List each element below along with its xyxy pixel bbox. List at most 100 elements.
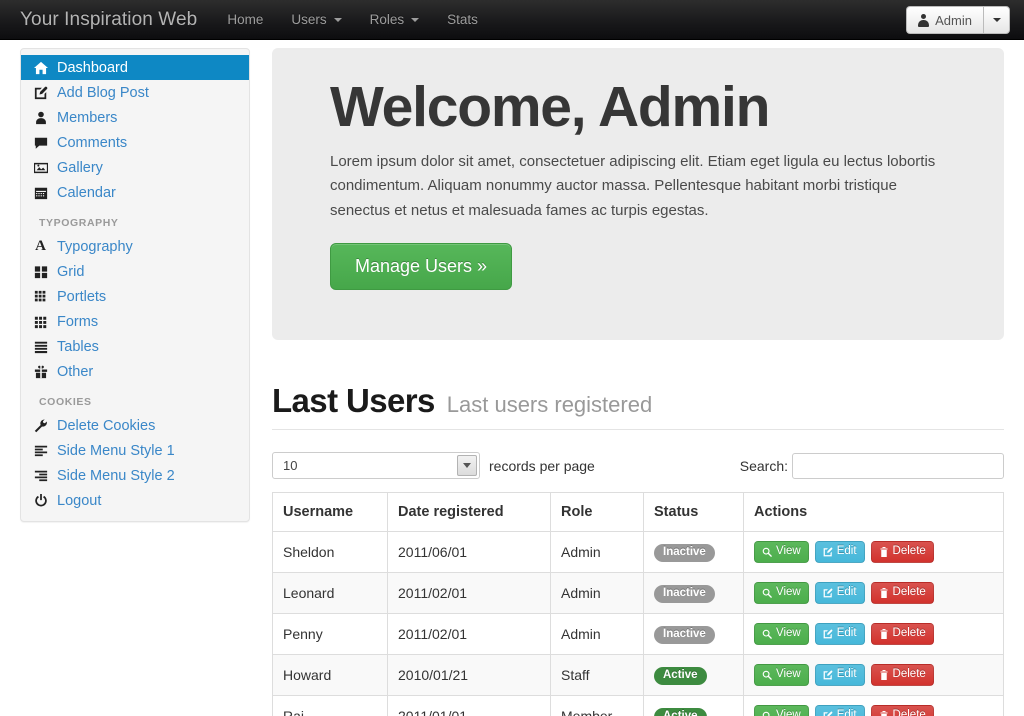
side-menu: Dashboard Add Blog Post Members Comments Gal… [20, 48, 250, 522]
picture-icon [33, 160, 48, 175]
edit-button[interactable]: Edit [814, 623, 865, 645]
cell-role: Admin [550, 572, 644, 614]
sidebar-item-members[interactable]: Members [21, 105, 249, 130]
delete-button-label: Delete [892, 627, 926, 640]
sidebar-item-label: Tables [57, 338, 99, 355]
cell-actions: View Edit Delete [743, 572, 1004, 614]
cell-date-registered: 2010/01/21 [387, 654, 551, 696]
chevron-down-icon [333, 17, 342, 22]
nav-link-stats[interactable]: Stats [433, 0, 492, 40]
edit-button[interactable]: Edit [814, 541, 865, 563]
sidebar-item-label: Side Menu Style 2 [57, 467, 175, 484]
cell-date-registered: 2011/01/01 [387, 695, 551, 716]
view-button-label: View [776, 627, 801, 640]
view-button[interactable]: View [754, 705, 809, 716]
sidebar-item-dashboard[interactable]: Dashboard [21, 55, 249, 80]
sidebar-item-side-menu-style-1[interactable]: Side Menu Style 1 [21, 438, 249, 463]
cell-role: Admin [550, 531, 644, 573]
nav-link-users[interactable]: Users [277, 0, 355, 40]
edit-button[interactable]: Edit [814, 664, 865, 686]
primary-nav: Home Users Roles Stats [213, 0, 492, 40]
sidebar-item-comments[interactable]: Comments [21, 130, 249, 155]
chevron-down-icon[interactable] [457, 455, 477, 476]
nav-link-roles[interactable]: Roles [356, 0, 434, 40]
pencil-icon [823, 629, 833, 639]
row-action-group: View Edit Delete [754, 623, 993, 645]
page-size-value: 10 [283, 458, 298, 473]
side-menu-main-group: Dashboard Add Blog Post Members Comments Gal… [21, 55, 249, 205]
sidebar-item-tables[interactable]: Tables [21, 334, 249, 359]
sidebar-item-label: Comments [57, 134, 128, 151]
view-button[interactable]: View [754, 541, 809, 563]
nav-link-home[interactable]: Home [213, 0, 277, 40]
sidebar-item-label: Dashboard [57, 59, 128, 76]
delete-button[interactable]: Delete [870, 664, 934, 686]
search-icon [762, 711, 772, 716]
page-body: Dashboard Add Blog Post Members Comments Gal… [0, 40, 1024, 716]
delete-button[interactable]: Delete [870, 541, 934, 563]
sidebar-item-gallery[interactable]: Gallery [21, 155, 249, 180]
users-table-head: Username Date registered Role Status Actions [272, 492, 1004, 532]
pencil-icon [823, 670, 833, 680]
edit-button[interactable]: Edit [814, 705, 865, 716]
sidebar-item-side-menu-style-2[interactable]: Side Menu Style 2 [21, 463, 249, 488]
grid-3x3-icon [33, 314, 48, 329]
sidebar-item-delete-cookies[interactable]: Delete Cookies [21, 413, 249, 438]
sidebar-item-typography[interactable]: A Typography [21, 234, 249, 259]
cell-role: Admin [550, 613, 644, 655]
delete-button-label: Delete [892, 709, 926, 716]
column-header-status[interactable]: Status [643, 492, 744, 532]
welcome-hero: Welcome, Admin Lorem ipsum dolor sit ame… [272, 48, 1004, 340]
column-header-username[interactable]: Username [272, 492, 388, 532]
admin-dropdown-toggle[interactable] [983, 6, 1010, 34]
user-icon [918, 13, 930, 27]
column-header-actions[interactable]: Actions [743, 492, 1004, 532]
records-per-page-label: records per page [489, 457, 595, 474]
sidebar-item-other[interactable]: Other [21, 359, 249, 384]
sidebar-item-forms[interactable]: Forms [21, 309, 249, 334]
sidebar-item-label: Typography [57, 238, 133, 255]
status-badge: Active [654, 666, 707, 686]
sidebar-item-label: Grid [57, 263, 85, 280]
side-menu-typography-heading: TYPOGRAPHY [39, 217, 119, 229]
table-row: Raj 2011/01/01 Member Active View Edit Delete [272, 695, 1004, 716]
manage-users-button[interactable]: Manage Users » [330, 243, 513, 291]
cell-username: Raj [272, 695, 388, 716]
nav-link-label: Stats [447, 11, 478, 27]
view-button-label: View [776, 709, 801, 716]
calendar-icon [33, 185, 48, 200]
column-header-role[interactable]: Role [550, 492, 644, 532]
sidebar-item-label: Add Blog Post [57, 84, 149, 101]
pencil-icon [823, 588, 833, 598]
last-users-header: Last Users Last users registered [272, 382, 1004, 430]
brand-logo[interactable]: Your Inspiration Web [0, 9, 213, 31]
search-input[interactable] [792, 452, 1004, 479]
sidebar-item-add-blog-post[interactable]: Add Blog Post [21, 80, 249, 105]
column-header-date-registered[interactable]: Date registered [387, 492, 551, 532]
delete-button[interactable]: Delete [870, 705, 934, 716]
admin-user-button[interactable]: Admin [906, 6, 983, 34]
sidebar-item-logout[interactable]: Logout [21, 488, 249, 513]
status-badge: Inactive [654, 625, 715, 645]
nav-link-label: Home [227, 11, 264, 27]
delete-button[interactable]: Delete [870, 623, 934, 645]
edit-button[interactable]: Edit [814, 582, 865, 604]
sidebar-item-grid[interactable]: Grid [21, 259, 249, 284]
cell-status: Inactive [643, 572, 744, 614]
view-button[interactable]: View [754, 623, 809, 645]
font-a-icon: A [35, 238, 46, 254]
sidebar-item-label: Calendar [57, 184, 116, 201]
sidebar-item-portlets[interactable]: Portlets [21, 284, 249, 309]
row-action-group: View Edit Delete [754, 705, 993, 716]
delete-button[interactable]: Delete [870, 582, 934, 604]
table-row: Leonard 2011/02/01 Admin Inactive View Edit De… [272, 572, 1004, 614]
page-size-select[interactable]: 10 [272, 452, 480, 479]
cell-actions: View Edit Delete [743, 531, 1004, 573]
gift-icon [33, 364, 48, 379]
sidebar-item-calendar[interactable]: Calendar [21, 180, 249, 205]
view-button[interactable]: View [754, 582, 809, 604]
cell-actions: View Edit Delete [743, 613, 1004, 655]
cell-role: Staff [550, 654, 644, 696]
search-label: Search: [739, 457, 788, 474]
view-button[interactable]: View [754, 664, 809, 686]
